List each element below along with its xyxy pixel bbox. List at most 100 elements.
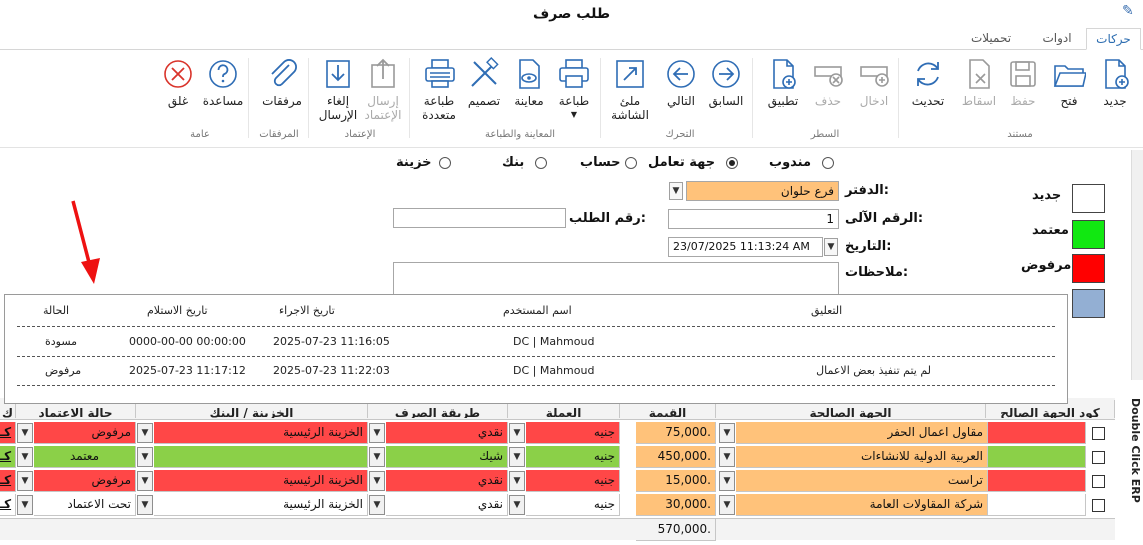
date-field[interactable]: 23/07/2025 11:13:24 AM — [668, 237, 823, 257]
row2-pay-method-cell[interactable]: شيك — [386, 446, 508, 468]
row2-approval-cell[interactable]: معتمد — [34, 446, 136, 468]
row3-pay-method-cell[interactable]: نقدي — [386, 470, 508, 492]
row3-pay-method-dropdown-icon[interactable]: ▼ — [369, 471, 385, 491]
cancel-send-button[interactable]: إلغاء الإرسال — [313, 55, 363, 135]
tab-transactions[interactable]: حركات — [1086, 28, 1141, 50]
radio-party[interactable] — [726, 157, 738, 169]
delete-row-button[interactable]: حذف — [803, 55, 853, 135]
previous-button[interactable]: السابق — [701, 55, 751, 135]
request-number-field[interactable] — [393, 208, 566, 228]
row2-party-cell[interactable]: العربية الدولية للانشاءات — [736, 446, 988, 468]
preview-button[interactable]: معاينة — [504, 55, 554, 135]
row2-extra-link[interactable]: كـ — [0, 446, 16, 468]
open-button[interactable]: فتح — [1044, 55, 1094, 135]
form-vertical-scrollbar[interactable] — [1131, 150, 1143, 380]
side-brand-label: Double Click ERP — [1129, 398, 1142, 503]
design-label: تصميم — [467, 94, 501, 108]
row1-amount-cell[interactable]: 75,000. — [636, 422, 716, 444]
row2-code-cell[interactable] — [988, 446, 1086, 468]
apply-label: تطبيق — [767, 94, 799, 108]
row4-pay-method-cell[interactable]: نقدي — [386, 494, 508, 516]
row4-amount-cell[interactable]: 30,000. — [636, 494, 716, 516]
help-button[interactable]: مساعدة — [198, 55, 248, 135]
row3-party-cell[interactable]: تراست — [736, 470, 988, 492]
row2-amount-cell[interactable]: 450,000. — [636, 446, 716, 468]
row1-code-cell[interactable] — [988, 422, 1086, 444]
save-label: حفظ — [1010, 94, 1036, 108]
row4-party-dropdown-icon[interactable]: ▼ — [719, 495, 735, 515]
row2-party-dropdown-icon[interactable]: ▼ — [719, 447, 735, 467]
row3-currency-cell[interactable]: جنيه — [526, 470, 620, 492]
row3-party-dropdown-icon[interactable]: ▼ — [719, 471, 735, 491]
row3-extra-link[interactable]: كـ — [0, 470, 16, 492]
row4-treasury-cell[interactable]: الخزينة الرئيسية — [154, 494, 368, 516]
row3-treasury-cell[interactable]: الخزينة الرئيسية — [154, 470, 368, 492]
print-dropdown-arrow[interactable]: ▼ — [549, 108, 599, 122]
row4-approval-cell[interactable]: تحت الاعتماد — [34, 494, 136, 516]
row3-currency-dropdown-icon[interactable]: ▼ — [509, 471, 525, 491]
row4-currency-cell[interactable]: جنيه — [526, 494, 620, 516]
tab-tools[interactable]: ادوات — [1032, 28, 1082, 50]
row1-pay-method-cell[interactable]: نقدي — [386, 422, 508, 444]
pin-icon[interactable]: ✎ — [1122, 3, 1134, 19]
row2-currency-cell[interactable]: جنيه — [526, 446, 620, 468]
row4-pay-method-dropdown-icon[interactable]: ▼ — [369, 495, 385, 515]
row1-pay-method-dropdown-icon[interactable]: ▼ — [369, 423, 385, 443]
row2-approval-dropdown-icon[interactable]: ▼ — [17, 447, 33, 467]
send-approval-button[interactable]: إرسال الإعتماد — [358, 55, 408, 135]
discard-button[interactable]: اسقاط — [954, 55, 1004, 135]
row1-party-dropdown-icon[interactable]: ▼ — [719, 423, 735, 443]
row4-approval-dropdown-icon[interactable]: ▼ — [17, 495, 33, 515]
row2-currency-dropdown-icon[interactable]: ▼ — [509, 447, 525, 467]
ledger-select[interactable]: فرع حلوان — [686, 181, 839, 201]
radio-account[interactable] — [625, 157, 637, 169]
row4-treasury-dropdown-icon[interactable]: ▼ — [137, 495, 153, 515]
close-button[interactable]: غلق — [153, 55, 203, 135]
row4-currency-dropdown-icon[interactable]: ▼ — [509, 495, 525, 515]
row3-approval-cell[interactable]: مرفوض — [34, 470, 136, 492]
row1-extra-link[interactable]: كـ — [0, 422, 16, 444]
row1-treasury-cell[interactable]: الخزينة الرئيسية — [154, 422, 368, 444]
row1-treasury-dropdown-icon[interactable]: ▼ — [137, 423, 153, 443]
radio-treasury[interactable] — [439, 157, 451, 169]
printer-icon — [559, 59, 589, 88]
row3-checkbox[interactable] — [1092, 475, 1105, 488]
date-dropdown-icon[interactable]: ▼ — [824, 238, 838, 256]
row3-treasury-dropdown-icon[interactable]: ▼ — [137, 471, 153, 491]
multi-print-button[interactable]: طباعة متعددة — [414, 55, 464, 135]
ledger-dropdown-icon[interactable]: ▼ — [669, 182, 683, 200]
next-button[interactable]: التالي — [656, 55, 706, 135]
radio-delegate[interactable] — [822, 157, 834, 169]
attachments-button[interactable]: مرفقات — [257, 55, 307, 135]
auto-number-field[interactable]: 1 — [668, 209, 839, 229]
row2-treasury-cell[interactable] — [154, 446, 368, 468]
row1-approval-dropdown-icon[interactable]: ▼ — [17, 423, 33, 443]
row4-extra-link[interactable]: كـ — [0, 494, 16, 516]
radio-bank[interactable] — [535, 157, 547, 169]
row3-code-cell[interactable] — [988, 470, 1086, 492]
delete-row-icon — [814, 66, 843, 87]
row1-checkbox[interactable] — [1092, 427, 1105, 440]
print-button[interactable]: طباعة ▼ — [549, 55, 599, 135]
row1-party-cell[interactable]: مقاول اعمال الحفر — [736, 422, 988, 444]
row2-pay-method-dropdown-icon[interactable]: ▼ — [369, 447, 385, 467]
insert-row-button[interactable]: ادخال — [849, 55, 899, 135]
row4-code-cell[interactable] — [988, 494, 1086, 516]
fullscreen-icon — [616, 60, 644, 88]
tab-downloads[interactable]: تحميلات — [958, 28, 1024, 50]
row4-checkbox[interactable] — [1092, 499, 1105, 512]
new-button[interactable]: جديد — [1090, 55, 1140, 135]
design-button[interactable]: تصميم — [459, 55, 509, 135]
row1-currency-cell[interactable]: جنيه — [526, 422, 620, 444]
refresh-button[interactable]: تحديث — [903, 55, 953, 135]
row2-treasury-dropdown-icon[interactable]: ▼ — [137, 447, 153, 467]
row1-currency-dropdown-icon[interactable]: ▼ — [509, 423, 525, 443]
row3-approval-dropdown-icon[interactable]: ▼ — [17, 471, 33, 491]
row1-approval-cell[interactable]: مرفوض — [34, 422, 136, 444]
save-button[interactable]: حفظ — [998, 55, 1048, 135]
row4-party-cell[interactable]: شركة المقاولات العامة — [736, 494, 988, 516]
row2-checkbox[interactable] — [1092, 451, 1105, 464]
row3-amount-cell[interactable]: 15,000. — [636, 470, 716, 492]
fullscreen-button[interactable]: ملئ الشاشة — [605, 55, 655, 135]
apply-button[interactable]: تطبيق — [758, 55, 808, 135]
